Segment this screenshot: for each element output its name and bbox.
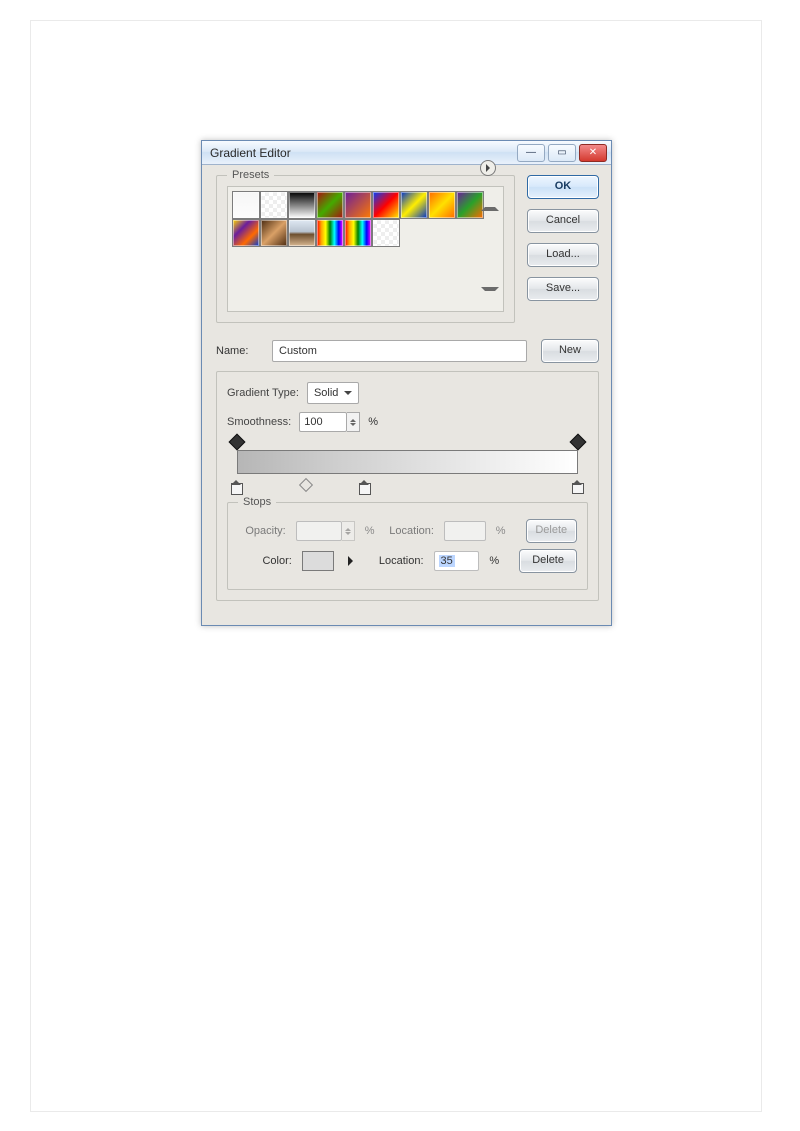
color-location-value: 35 xyxy=(439,555,455,567)
presets-grid xyxy=(232,191,499,245)
preset-foreground-to-background[interactable] xyxy=(232,191,260,219)
color-stop-left[interactable] xyxy=(231,480,243,494)
preset-transparent-rainbow[interactable] xyxy=(344,219,372,247)
gradient-type-group: Gradient Type: Solid Smoothness: 100 % xyxy=(216,371,599,601)
preset-spectrum[interactable] xyxy=(316,219,344,247)
presets-box xyxy=(227,186,504,312)
preset-violet-orange[interactable] xyxy=(344,191,372,219)
opacity-label: Opacity: xyxy=(238,525,286,537)
new-button[interactable]: New xyxy=(541,339,599,363)
close-button[interactable]: ✕ xyxy=(579,144,607,162)
name-label: Name: xyxy=(216,345,260,357)
gradient-editor-dialog: Gradient Editor — ▭ ✕ Presets O xyxy=(201,140,612,626)
preset-blue-yellow-blue[interactable] xyxy=(400,191,428,219)
opacity-location-label: Location: xyxy=(384,525,433,537)
stops-legend: Stops xyxy=(238,496,276,508)
opacity-stop-left[interactable] xyxy=(231,436,243,448)
color-location-pct: % xyxy=(489,555,499,567)
opacity-stepper xyxy=(342,521,355,541)
preset-transparent-stripes[interactable] xyxy=(372,219,400,247)
cancel-button[interactable]: Cancel xyxy=(527,209,599,233)
delete-opacity-button: Delete xyxy=(526,519,577,543)
gradient-bar[interactable] xyxy=(227,440,588,488)
opacity-input xyxy=(296,521,342,541)
preset-orange-yellow-orange[interactable] xyxy=(428,191,456,219)
preset-violet-green-orange[interactable] xyxy=(456,191,484,219)
color-flyout-icon[interactable] xyxy=(348,556,358,566)
minimize-button[interactable]: — xyxy=(517,144,545,162)
gradient-type-label: Gradient Type: xyxy=(227,387,299,399)
presets-menu-icon[interactable] xyxy=(480,160,496,176)
presets-legend: Presets xyxy=(227,169,274,181)
opacity-location-pct: % xyxy=(496,525,506,537)
preset-yellow-violet-orange-blue[interactable] xyxy=(232,219,260,247)
maximize-button[interactable]: ▭ xyxy=(548,144,576,162)
midpoint-marker[interactable] xyxy=(299,478,313,492)
preset-foreground-to-transparent[interactable] xyxy=(260,191,288,219)
preset-copper[interactable] xyxy=(260,219,288,247)
smoothness-stepper[interactable] xyxy=(347,412,360,432)
color-label: Color: xyxy=(238,555,292,567)
color-stop-right[interactable] xyxy=(572,480,584,494)
percent-label: % xyxy=(368,416,378,428)
delete-color-button[interactable]: Delete xyxy=(519,549,577,573)
color-stop-mid[interactable] xyxy=(359,480,371,494)
opacity-stop-right[interactable] xyxy=(572,436,584,448)
window-title: Gradient Editor xyxy=(210,146,291,160)
color-location-input[interactable]: 35 xyxy=(434,551,480,571)
load-button[interactable]: Load... xyxy=(527,243,599,267)
preset-black-white[interactable] xyxy=(288,191,316,219)
opacity-location-input xyxy=(444,521,486,541)
stops-group: Stops Opacity: % Location: % Delete Colo… xyxy=(227,502,588,590)
color-location-label: Location: xyxy=(368,555,424,567)
color-well[interactable] xyxy=(302,551,334,571)
scroll-up-icon[interactable] xyxy=(481,193,499,211)
scroll-down-icon[interactable] xyxy=(481,287,499,305)
preset-blue-red-yellow[interactable] xyxy=(372,191,400,219)
preset-red-green[interactable] xyxy=(316,191,344,219)
title-bar[interactable]: Gradient Editor — ▭ ✕ xyxy=(202,141,611,165)
gradient-preview[interactable] xyxy=(237,450,578,474)
name-input[interactable]: Custom xyxy=(272,340,527,362)
save-button[interactable]: Save... xyxy=(527,277,599,301)
preset-chrome[interactable] xyxy=(288,219,316,247)
caret-down-icon xyxy=(344,391,352,399)
gradient-type-value: Solid xyxy=(314,387,338,399)
ok-button[interactable]: OK xyxy=(527,175,599,199)
presets-group: Presets xyxy=(216,175,515,323)
smoothness-label: Smoothness: xyxy=(227,416,291,428)
smoothness-input[interactable]: 100 xyxy=(299,412,347,432)
opacity-pct: % xyxy=(365,525,375,537)
gradient-type-select[interactable]: Solid xyxy=(307,382,359,404)
